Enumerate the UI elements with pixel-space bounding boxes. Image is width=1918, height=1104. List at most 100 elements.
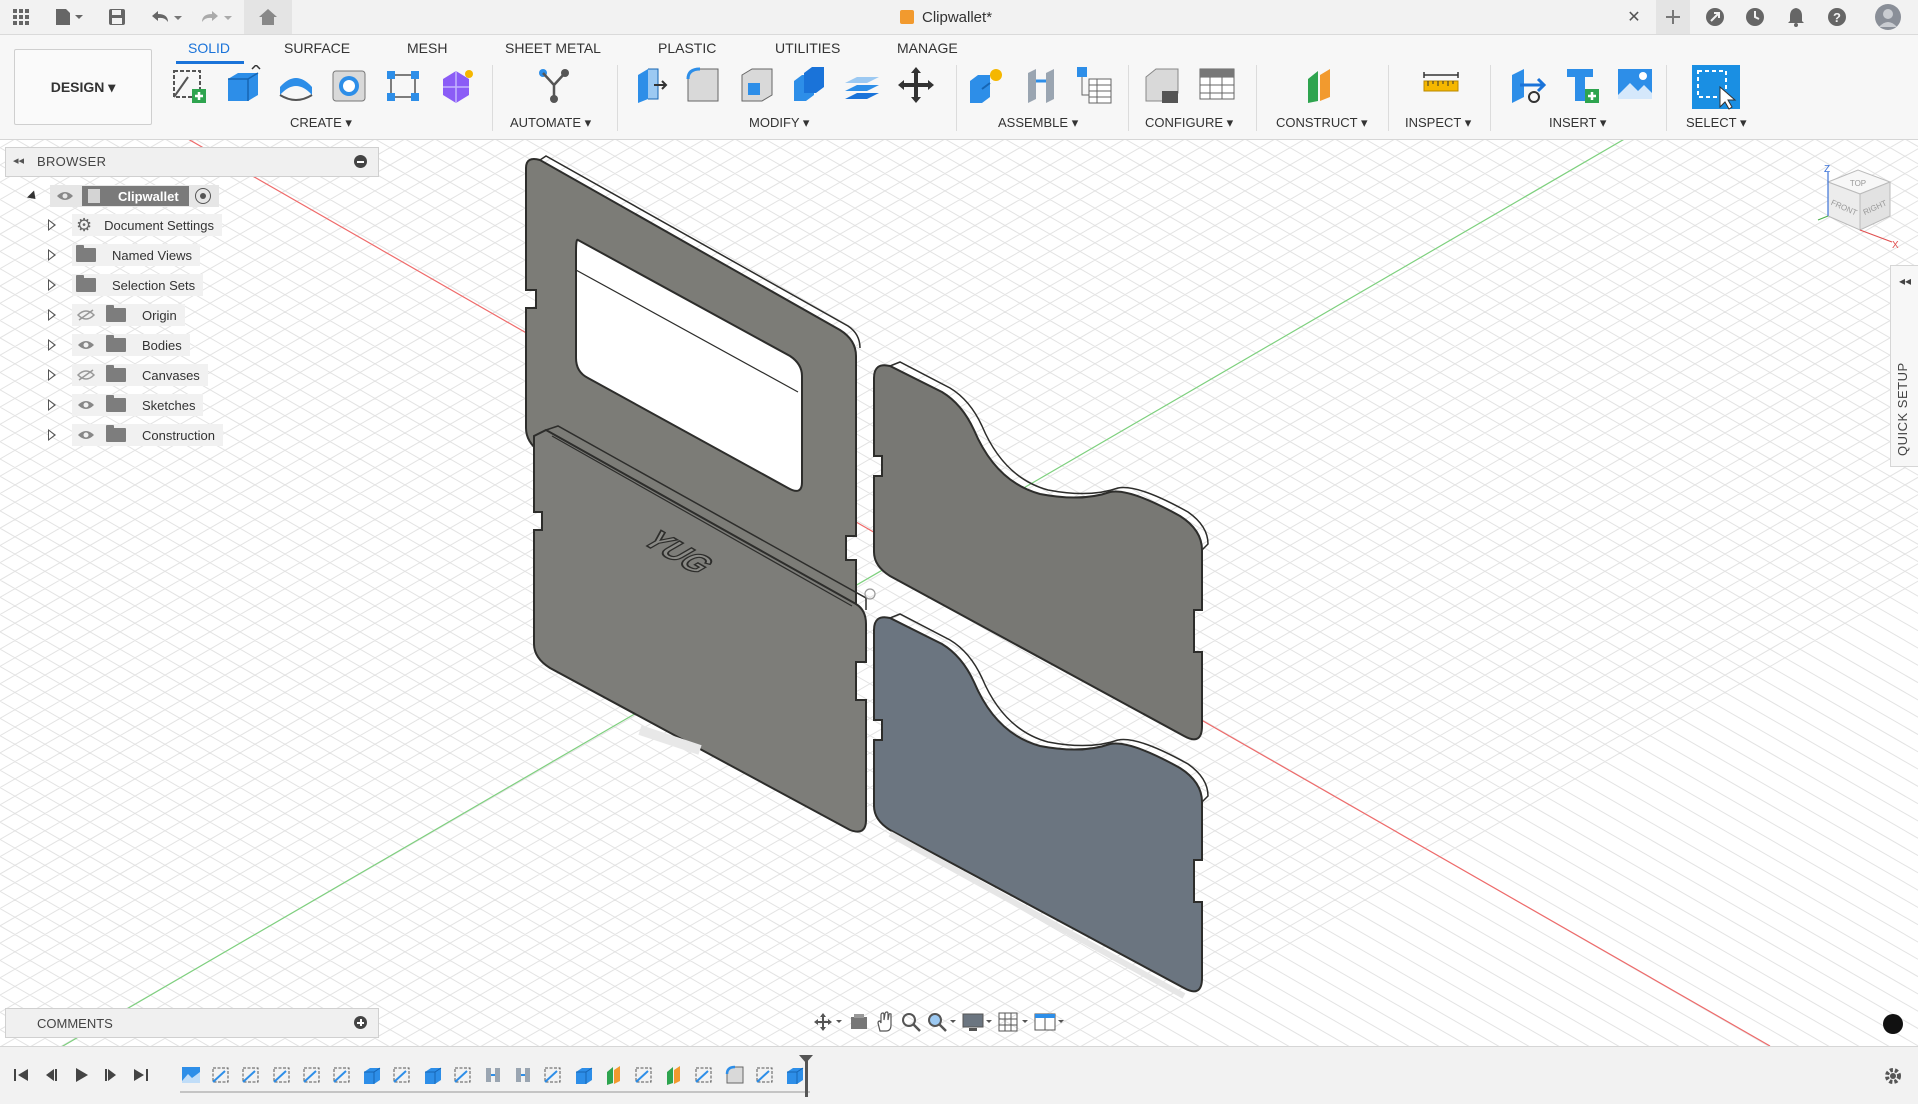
root-component-chip[interactable]: Clipwallet <box>82 186 189 206</box>
form-icon[interactable] <box>437 65 475 105</box>
eye-icon[interactable] <box>56 190 74 202</box>
offset-plane-icon[interactable] <box>1304 65 1342 105</box>
display-settings-icon[interactable] <box>962 1011 994 1033</box>
browser-options-icon[interactable] <box>354 155 367 168</box>
automate-icon[interactable] <box>535 65 573 105</box>
collapse-browser-icon[interactable]: ◂◂ <box>13 154 24 167</box>
measure-icon[interactable] <box>1422 65 1460 105</box>
expand-icon[interactable] <box>48 279 56 291</box>
expand-icon[interactable] <box>48 429 56 441</box>
go-to-start-icon[interactable] <box>12 1066 30 1084</box>
configure-menu[interactable]: CONFIGURE ▾ <box>1145 115 1233 131</box>
timeline-feature-joint-icon[interactable] <box>512 1064 534 1086</box>
quick-setup-panel-tab[interactable]: ◂◂ QUICK SETUP <box>1890 265 1918 467</box>
create-menu[interactable]: CREATE ▾ <box>290 115 352 131</box>
browser-panel-header[interactable]: ◂◂ BROWSER <box>5 147 379 177</box>
new-component-icon[interactable] <box>968 65 1006 105</box>
go-to-end-icon[interactable] <box>132 1066 150 1084</box>
timeline-feature-extrude-icon[interactable] <box>573 1064 595 1086</box>
construct-menu[interactable]: CONSTRUCT ▾ <box>1276 115 1368 131</box>
browser-item-document-settings[interactable]: ⚙ Document Settings <box>48 214 222 236</box>
timeline-feature-sketch-icon[interactable] <box>331 1064 353 1086</box>
browser-item-construction[interactable]: Construction <box>48 424 223 446</box>
performance-indicator-icon[interactable] <box>1883 1014 1903 1034</box>
extrude-icon[interactable] <box>224 65 262 105</box>
assemble-menu[interactable]: ASSEMBLE ▾ <box>998 115 1078 131</box>
notifications-icon[interactable] <box>1783 4 1809 30</box>
browser-item-selection-sets[interactable]: Selection Sets <box>48 274 204 296</box>
collapse-arrows-icon[interactable]: ◂◂ <box>1899 274 1911 288</box>
configuration-table-icon[interactable] <box>1198 65 1236 105</box>
insert-derive-icon[interactable] <box>1508 65 1546 105</box>
3d-viewport[interactable]: YUG TOP FRONT RIGHT Z X ◂◂ QUICK SETUP <box>0 140 1918 1046</box>
viewcube[interactable]: TOP FRONT RIGHT Z X <box>1810 160 1900 251</box>
configure-parameters-icon[interactable] <box>1144 65 1182 105</box>
tab-surface[interactable]: SURFACE <box>284 40 350 56</box>
document-tab[interactable]: Clipwallet* <box>900 0 992 34</box>
create-sketch-icon[interactable] <box>170 65 208 105</box>
timeline-feature-sketch-icon[interactable] <box>542 1064 564 1086</box>
tab-mesh[interactable]: MESH <box>407 40 447 56</box>
collapse-root-icon[interactable] <box>26 189 40 203</box>
timeline-feature-sketch-icon[interactable] <box>210 1064 232 1086</box>
add-comment-icon[interactable] <box>354 1016 367 1029</box>
job-status-icon[interactable] <box>1742 4 1768 30</box>
eye-icon[interactable] <box>76 429 96 441</box>
tab-utilities[interactable]: UTILITIES <box>775 40 840 56</box>
zoom-window-icon[interactable] <box>926 1011 958 1033</box>
combine-icon[interactable] <box>790 65 828 105</box>
timeline-feature-sketch-icon[interactable] <box>271 1064 293 1086</box>
extensions-icon[interactable] <box>1702 4 1728 30</box>
grid-settings-icon[interactable] <box>998 1011 1030 1033</box>
apps-grid-icon[interactable] <box>8 4 34 30</box>
timeline-feature-canvas-icon[interactable] <box>180 1064 202 1086</box>
new-tab-icon[interactable] <box>1656 0 1690 34</box>
expand-icon[interactable] <box>48 369 56 381</box>
timeline-feature-extrude-icon[interactable] <box>361 1064 383 1086</box>
eye-hidden-icon[interactable] <box>76 369 96 381</box>
orbit-icon[interactable] <box>812 1011 844 1033</box>
tab-plastic[interactable]: PLASTIC <box>658 40 716 56</box>
timeline-settings-gear-icon[interactable] <box>1882 1065 1904 1087</box>
timeline-marker[interactable] <box>805 1059 808 1097</box>
press-pull-icon[interactable] <box>632 65 670 105</box>
timeline-feature-sketch-icon[interactable] <box>633 1064 655 1086</box>
tab-solid[interactable]: SOLID <box>188 40 230 56</box>
viewports-icon[interactable] <box>1034 1011 1066 1033</box>
look-at-icon[interactable] <box>848 1011 870 1033</box>
automate-menu[interactable]: AUTOMATE ▾ <box>510 115 591 131</box>
timeline-feature-sketch-icon[interactable] <box>754 1064 776 1086</box>
insert-menu[interactable]: INSERT ▾ <box>1549 115 1606 131</box>
shell-icon[interactable] <box>738 65 776 105</box>
fillet-icon[interactable] <box>684 65 722 105</box>
workspace-switcher-button[interactable]: DESIGN ▾ <box>14 49 152 125</box>
timeline-feature-sketch-icon[interactable] <box>693 1064 715 1086</box>
timeline-feature-plane-icon[interactable] <box>663 1064 685 1086</box>
timeline-feature-sketch-icon[interactable] <box>452 1064 474 1086</box>
expand-icon[interactable] <box>48 219 56 231</box>
timeline-feature-extrude-icon[interactable] <box>422 1064 444 1086</box>
hole-icon[interactable] <box>330 65 368 105</box>
timeline-feature-joint-icon[interactable] <box>482 1064 504 1086</box>
browser-root-row[interactable]: Clipwallet <box>26 185 219 207</box>
expand-icon[interactable] <box>48 339 56 351</box>
step-forward-icon[interactable] <box>102 1066 120 1084</box>
pan-hand-icon[interactable] <box>874 1011 896 1033</box>
redo-icon[interactable] <box>196 4 236 30</box>
offset-face-icon[interactable] <box>843 65 881 105</box>
timeline-feature-sketch-icon[interactable] <box>240 1064 262 1086</box>
move-copy-icon[interactable] <box>897 65 935 105</box>
timeline-feature-sketch-icon[interactable] <box>301 1064 323 1086</box>
comments-panel-header[interactable]: COMMENTS <box>5 1008 379 1038</box>
timeline-feature-sketch-icon[interactable] <box>391 1064 413 1086</box>
insert-mcmaster-icon[interactable] <box>1563 65 1601 105</box>
rectangular-pattern-icon[interactable] <box>384 65 422 105</box>
tab-sheet-metal[interactable]: SHEET METAL <box>505 40 601 56</box>
browser-item-sketches[interactable]: Sketches <box>48 394 204 416</box>
expand-icon[interactable] <box>48 249 56 261</box>
browser-item-canvases[interactable]: Canvases <box>48 364 208 386</box>
browser-item-named-views[interactable]: Named Views <box>48 244 200 266</box>
close-tab-button[interactable]: ✕ <box>1622 4 1646 30</box>
timeline-feature-extrude-icon[interactable] <box>784 1064 806 1086</box>
eye-hidden-icon[interactable] <box>76 309 96 321</box>
